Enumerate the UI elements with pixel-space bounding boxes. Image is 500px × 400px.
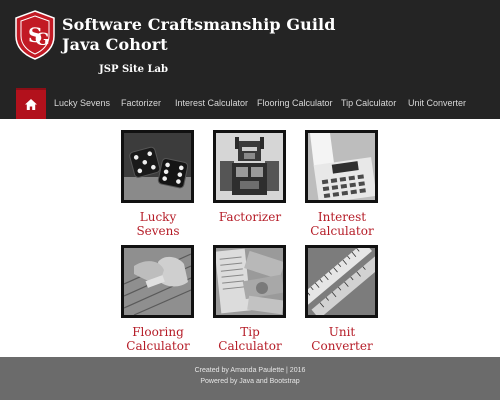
sg-logo[interactable]: S G [14,10,56,60]
nav-item-unit-converter[interactable]: Unit Converter [408,88,466,119]
home-icon [25,99,37,110]
site-title-line1: Software Craftsmanship Guild [62,15,336,34]
tile-label-line: Flooring [132,325,184,339]
tile-label-line: Calculator [310,224,374,238]
tile-label-line: Lucky [139,210,177,224]
factorizer-tile-label[interactable]: Factorizer [200,210,300,224]
unit-converter-tile-label[interactable]: Unit Converter [292,325,392,353]
nav-item-tip-calculator[interactable]: Tip Calculator [341,88,396,119]
main-navbar: Lucky Sevens Factorizer Interest Calcula… [0,88,500,119]
interest-calculator-tile-label[interactable]: Interest Calculator [292,210,392,238]
unit-converter-tile-image[interactable] [305,245,378,318]
interest-calculator-tile-image[interactable] [305,130,378,203]
tile-label-line: Converter [311,339,373,353]
nav-item-lucky-sevens[interactable]: Lucky Sevens [54,88,110,119]
footer-powered-by: Powered by Java and Bootstrap [200,378,300,385]
factorizer-tile-image[interactable] [213,130,286,203]
site-footer: Created by Amanda Paulette | 2016 Powere… [0,357,500,400]
adding-machine-image [308,133,375,200]
nav-home-button[interactable] [16,88,46,119]
svg-text:G: G [35,30,50,50]
tile-label-line: Tip [240,325,260,339]
lucky-sevens-tile-image[interactable] [121,130,194,203]
floor-planks-image [124,248,191,315]
tile-label-line: Sevens [136,224,180,238]
footer-credit: Created by Amanda Paulette | 2016 [194,367,306,374]
tip-calculator-tile-image[interactable] [213,245,286,318]
nav-item-flooring-calculator[interactable]: Flooring Calculator [257,88,333,119]
rulers-image [308,248,375,315]
tile-label-line: Calculator [126,339,190,353]
site-title-line2: Java Cohort [62,35,168,54]
robot-image [216,133,283,200]
tile-label-line: Factorizer [218,210,282,224]
tile-label-line: Calculator [218,339,282,353]
flooring-calculator-tile-image[interactable] [121,245,194,318]
flooring-calculator-tile-label[interactable]: Flooring Calculator [108,325,208,353]
dice-image [124,133,191,200]
nav-item-interest-calculator[interactable]: Interest Calculator [175,88,248,119]
tip-calculator-tile-label[interactable]: Tip Calculator [200,325,300,353]
tile-label-line: Interest [317,210,367,224]
site-header: S G Software Craftsmanship Guild Java Co… [0,0,500,88]
nav-item-factorizer[interactable]: Factorizer [121,88,161,119]
lucky-sevens-tile-label[interactable]: Lucky Sevens [108,210,208,238]
site-subtitle: JSP Site Lab [99,64,168,75]
tile-label-line: Unit [328,325,356,339]
receipt-money-image [216,248,283,315]
